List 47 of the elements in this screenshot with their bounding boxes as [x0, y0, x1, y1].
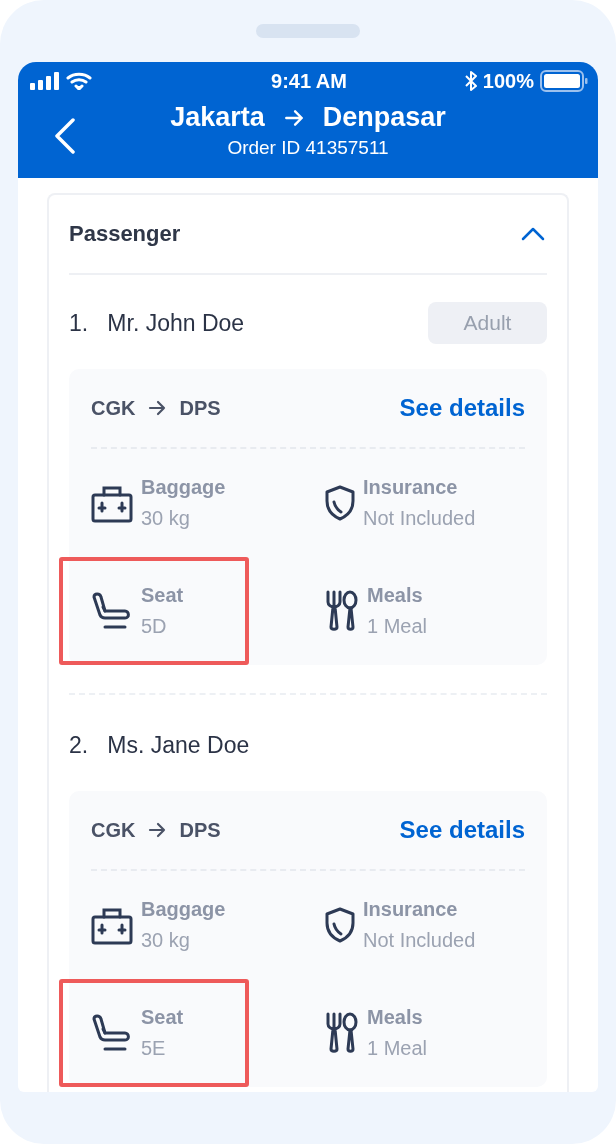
see-details-link[interactable]: See details: [399, 816, 525, 844]
arrow-right-icon: [147, 820, 168, 840]
detail-value: 1 Meal: [367, 615, 428, 638]
shield-icon: [325, 485, 355, 521]
passenger-name: 1. Mr. John Doe: [69, 309, 245, 337]
order-id: Order ID 41357511: [227, 137, 389, 159]
clock-time: 9:41 AM: [271, 69, 347, 93]
detail-label: Baggage: [141, 898, 226, 921]
detail-label: Seat: [141, 1006, 184, 1029]
arrow-right-icon: [147, 398, 168, 418]
detail-label: Insurance: [363, 476, 459, 499]
airport-code: CGK: [91, 396, 136, 420]
airport-code: DPS: [179, 396, 221, 420]
detail-value: 1 Meal: [367, 1037, 428, 1060]
origin-city: Jakarta: [170, 102, 265, 133]
seat-icon: [91, 591, 133, 631]
seat-icon: [91, 1013, 133, 1053]
detail-value: Not Included: [363, 507, 476, 530]
chevron-up-icon: [521, 227, 545, 241]
detail-label: Meals: [367, 1006, 424, 1029]
battery-percent: 100%: [482, 69, 534, 93]
airport-code: CGK: [91, 818, 136, 842]
fork-spoon-icon: [325, 1012, 359, 1054]
detail-value: 5D: [141, 615, 168, 638]
wifi-icon: [66, 72, 92, 90]
back-button[interactable]: [54, 118, 76, 154]
passenger-name: 2. Ms. Jane Doe: [69, 731, 250, 759]
detail-value: 5E: [141, 1037, 167, 1060]
battery-icon: [540, 70, 588, 92]
detail-label: Meals: [367, 584, 424, 607]
passenger-type-tag: Adult: [428, 302, 547, 344]
back-icon: [54, 118, 76, 154]
destination-city: Denpasar: [322, 102, 446, 133]
shield-icon: [325, 907, 355, 943]
airport-code: DPS: [179, 818, 221, 842]
fork-spoon-icon: [325, 590, 359, 632]
bluetooth-icon: [464, 71, 477, 91]
section-title: Passenger: [69, 221, 181, 247]
see-details-link[interactable]: See details: [399, 394, 525, 422]
signal-icon: [30, 72, 60, 90]
detail-label: Baggage: [141, 476, 226, 499]
detail-value: 30 kg: [141, 929, 191, 952]
detail-label: Seat: [141, 584, 184, 607]
detail-label: Insurance: [363, 898, 459, 921]
detail-value: 30 kg: [141, 507, 191, 530]
collapse-button[interactable]: [521, 227, 545, 241]
detail-value: Not Included: [363, 929, 476, 952]
